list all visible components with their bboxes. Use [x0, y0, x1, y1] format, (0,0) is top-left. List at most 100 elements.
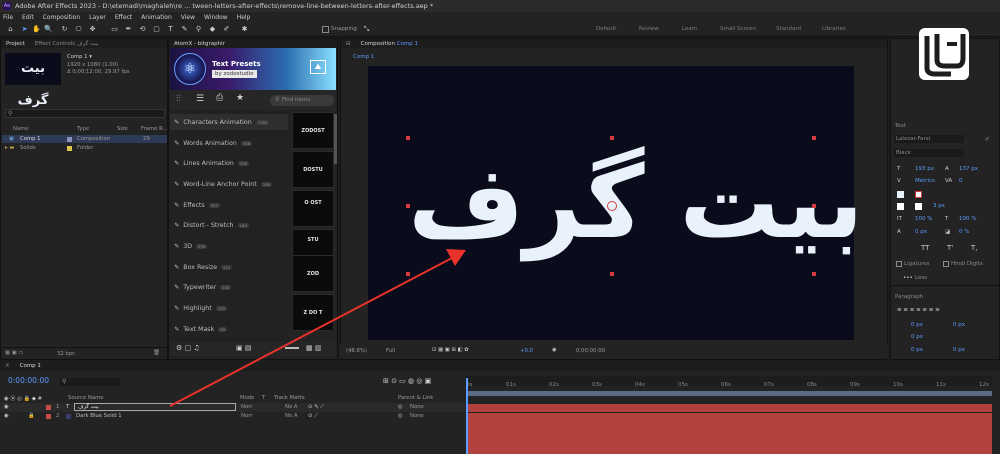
- faux-bold-button[interactable]: TT: [921, 244, 929, 252]
- preset-preview[interactable]: Z DO T: [292, 294, 334, 331]
- image-icon[interactable]: ⛰: [310, 60, 326, 74]
- sliders-icon[interactable]: ⫶⫶: [176, 94, 181, 104]
- comp-timecode[interactable]: 0;00;00;00: [576, 348, 605, 354]
- menu-composition[interactable]: Composition: [43, 14, 80, 21]
- column-track-matte[interactable]: Track Matte: [274, 395, 305, 401]
- hindi-digits-checkbox[interactable]: [943, 261, 949, 267]
- roto-brush-icon[interactable]: ✐: [222, 25, 231, 34]
- horizontal-scale-value[interactable]: 100 %: [959, 216, 976, 222]
- space-before-value[interactable]: 0 px: [911, 347, 923, 353]
- kerning-value[interactable]: Metrics: [915, 178, 935, 184]
- column-type[interactable]: Type: [77, 126, 89, 132]
- category-highlight[interactable]: ✎ Highlight 133: [174, 301, 288, 315]
- workspace-standard[interactable]: Standard: [776, 26, 801, 32]
- column-t[interactable]: T: [262, 395, 265, 401]
- tab-project[interactable]: Project: [6, 41, 25, 47]
- menu-layer[interactable]: Layer: [89, 14, 106, 21]
- bounding-box-handle[interactable]: [812, 272, 816, 276]
- tab-composition[interactable]: Composition Comp 1: [361, 41, 418, 47]
- preview-size-slider[interactable]: [285, 347, 299, 349]
- category-text-mask[interactable]: ✎ Text Mask 93: [174, 322, 288, 336]
- snapshot-icon[interactable]: ◉: [552, 347, 557, 353]
- column-mode[interactable]: Mode: [240, 395, 254, 401]
- column-size[interactable]: Size: [117, 126, 128, 132]
- selection-tool-icon[interactable]: ➤: [20, 25, 29, 34]
- menu-help[interactable]: Help: [237, 14, 251, 21]
- project-search-input[interactable]: ⚲: [5, 109, 165, 118]
- no-stroke-swatch[interactable]: [915, 203, 922, 210]
- eyedropper-icon[interactable]: ✐: [985, 137, 990, 143]
- timeline-timecode[interactable]: 0:00:00:00: [8, 376, 49, 385]
- superscript-button[interactable]: T': [947, 244, 953, 252]
- brush-tool-icon[interactable]: ✎: [180, 25, 189, 34]
- layer-switches[interactable]: ⊙ ⟋: [308, 413, 318, 420]
- type-tool-icon[interactable]: T: [166, 25, 175, 34]
- indent-right-value[interactable]: 0 px: [953, 322, 965, 328]
- workspace-small-screen[interactable]: Small Screen: [720, 26, 756, 32]
- preset-preview[interactable]: ZODOST: [292, 112, 334, 149]
- bounding-box-handle[interactable]: [812, 136, 816, 140]
- menu-effect[interactable]: Effect: [115, 14, 132, 21]
- timeline-switches-icon[interactable]: ⊞ ⊙ ▭ ◍ ◎ ▣: [383, 377, 431, 385]
- snap-options-icon[interactable]: ⤡: [362, 25, 371, 34]
- tsume-value[interactable]: 0 %: [959, 229, 969, 235]
- indent-left-value[interactable]: 0 px: [911, 322, 923, 328]
- column-frame-rate[interactable]: Frame R...: [141, 126, 168, 132]
- stroke-color-swatch[interactable]: [915, 191, 922, 198]
- list-icon[interactable]: ☰: [196, 94, 204, 104]
- layer-mode-dropdown[interactable]: Norr: [241, 413, 252, 419]
- menu-edit[interactable]: Edit: [22, 14, 34, 21]
- grid-icon[interactable]: ▦ ▥: [306, 344, 321, 352]
- view-options-icon[interactable]: ⊡ ▦ ▣ ⊞ ◧ ✿: [432, 347, 469, 353]
- layer-parent-dropdown[interactable]: None: [410, 413, 424, 419]
- trash-icon[interactable]: 🗑: [153, 350, 160, 356]
- category-lines-animation[interactable]: ✎ Lines Animation 338: [174, 156, 288, 170]
- eraser-tool-icon[interactable]: ◆: [208, 25, 217, 34]
- subscript-button[interactable]: T,: [971, 244, 978, 252]
- zoom-dropdown[interactable]: (48.8%): [346, 348, 367, 354]
- bounding-box-handle[interactable]: [610, 272, 614, 276]
- no-fill-swatch[interactable]: [897, 203, 904, 210]
- tracking-value[interactable]: 0: [959, 178, 963, 184]
- layer-name[interactable]: Dark Blue Solid 1: [76, 413, 122, 419]
- roto-tool-icon[interactable]: ⟲: [138, 25, 147, 34]
- tab-comp-1[interactable]: Comp 1: [20, 363, 41, 369]
- puppet-tool-icon[interactable]: ✱: [240, 25, 249, 34]
- layer-switches[interactable]: ⊙ ✎ ⟋: [308, 404, 324, 411]
- bit-depth-button[interactable]: 32 bpc: [57, 351, 75, 357]
- bounding-box-handle[interactable]: [812, 204, 816, 208]
- category-words-animation[interactable]: ✎ Words Animation 538: [174, 136, 288, 150]
- layer-parent-dropdown[interactable]: None: [410, 404, 424, 410]
- zoom-tool-icon[interactable]: 🔍: [44, 25, 53, 34]
- category-typewriter[interactable]: ✎ Typewriter 133: [174, 280, 288, 294]
- space-after-value[interactable]: 0 px: [953, 347, 965, 353]
- leading-value[interactable]: 137 px: [959, 166, 978, 172]
- category-word-line-anchor-point[interactable]: ✎ Word-Line Anchor Point 236: [174, 177, 288, 191]
- pick-whip-icon[interactable]: ◎: [398, 413, 403, 419]
- layer-track-matte-dropdown[interactable]: No A: [285, 413, 298, 419]
- preset-preview[interactable]: O OST: [292, 190, 334, 227]
- label-color[interactable]: [46, 405, 51, 410]
- import-icon[interactable]: ⎙: [216, 93, 223, 103]
- column-source-name[interactable]: Source Name: [68, 395, 104, 401]
- category-3d[interactable]: ✎ 3D 233: [174, 239, 288, 253]
- home-icon[interactable]: ⌂: [6, 25, 15, 34]
- lock-icon[interactable]: 🔒: [28, 413, 35, 419]
- tab-atomx[interactable]: AtomX - bitgraphir: [174, 41, 225, 47]
- less-toggle[interactable]: Less: [915, 275, 927, 281]
- rectangle-tool-icon[interactable]: ▭: [110, 25, 119, 34]
- column-name[interactable]: Name: [13, 126, 29, 132]
- menu-window[interactable]: Window: [204, 14, 228, 21]
- category-characters-animation[interactable]: ✎ Characters Animation 1283: [174, 115, 288, 129]
- workspace-libraries[interactable]: Libraries: [822, 26, 846, 32]
- indent-first-value[interactable]: 0 px: [911, 334, 923, 340]
- align-buttons[interactable]: ≡ ≡ ≡ ≡ ≡ ≡ ≡: [897, 307, 940, 313]
- atomx-search-input[interactable]: ⚲ Find items: [270, 95, 334, 106]
- workspace-default[interactable]: Default: [596, 26, 616, 32]
- menu-animation[interactable]: Animation: [141, 14, 172, 21]
- bounding-box-handle[interactable]: [610, 136, 614, 140]
- font-dropdown[interactable]: Lalezar-Farsi: [894, 135, 964, 143]
- project-item-name[interactable]: Solids: [20, 145, 36, 151]
- layer-track-matte-dropdown[interactable]: No A: [285, 404, 298, 410]
- shape-tool-icon[interactable]: ▢: [152, 25, 161, 34]
